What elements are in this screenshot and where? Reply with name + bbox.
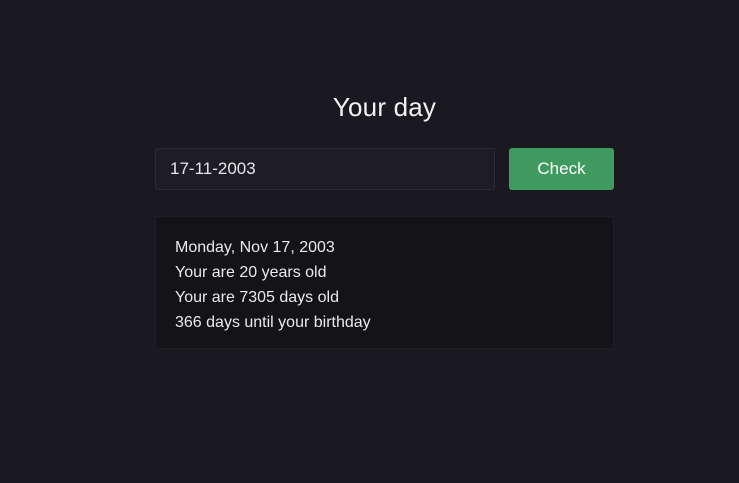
result-days-until-birthday: 366 days until your birthday — [175, 314, 371, 331]
check-button[interactable]: Check — [509, 148, 614, 190]
page-title: Your day — [332, 92, 437, 122]
result-weekday-date: Monday, Nov 17, 2003 — [175, 239, 335, 256]
result-age-years: Your are 20 years old — [175, 264, 327, 281]
date-input[interactable] — [155, 148, 495, 190]
result-card: Monday, Nov 17, 2003 Your are 20 years o… — [155, 216, 614, 349]
result-age-days: Your are 7305 days old — [175, 289, 339, 306]
